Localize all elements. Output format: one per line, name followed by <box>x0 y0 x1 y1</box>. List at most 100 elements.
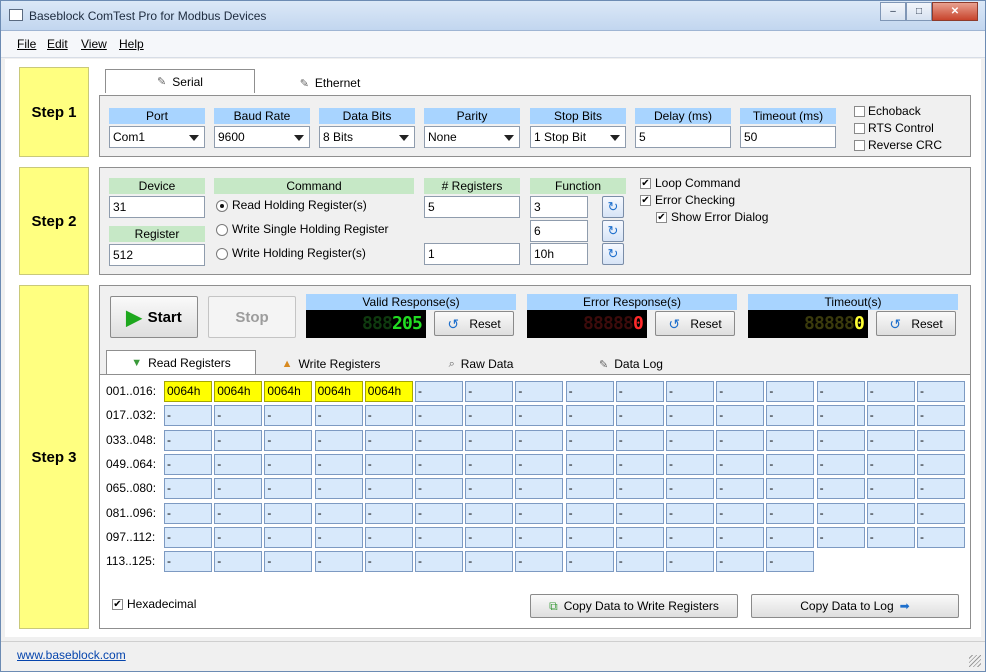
register-cell[interactable]: 0064h <box>364 381 413 402</box>
register-cell[interactable]: - <box>917 405 965 427</box>
register-cell[interactable]: - <box>264 453 313 475</box>
register-cell[interactable]: - <box>164 551 212 573</box>
register-cell[interactable]: - <box>917 478 965 500</box>
register-cell[interactable]: - <box>364 453 413 475</box>
tab-raw-data[interactable]: ⌕ Raw Data <box>406 352 556 376</box>
menu-file[interactable]: File <box>17 37 36 51</box>
register-cell[interactable]: - <box>214 551 263 573</box>
function-single-refresh-button[interactable]: ↻ <box>602 220 624 242</box>
register-cell[interactable]: - <box>716 551 765 573</box>
register-cell[interactable]: - <box>415 478 463 500</box>
register-cell[interactable]: - <box>465 526 514 548</box>
timeout-input[interactable]: 50 <box>740 126 836 148</box>
register-cell[interactable]: - <box>415 381 463 402</box>
error-checking-checkbox[interactable]: ✔ <box>640 195 651 206</box>
register-cell[interactable]: - <box>164 429 212 451</box>
register-cell[interactable]: - <box>716 526 765 548</box>
register-cell[interactable]: - <box>415 502 463 524</box>
register-cell[interactable]: - <box>816 502 865 524</box>
resize-grip[interactable] <box>969 655 981 667</box>
register-cell[interactable]: - <box>264 502 313 524</box>
register-cell[interactable]: - <box>666 502 714 524</box>
function-write-input[interactable]: 10h <box>530 243 588 265</box>
register-cell[interactable]: - <box>314 551 363 573</box>
register-cell[interactable]: 0064h <box>164 381 212 402</box>
register-cell[interactable]: - <box>264 478 313 500</box>
register-cell[interactable]: - <box>314 405 363 427</box>
register-cell[interactable]: - <box>666 429 714 451</box>
function-read-refresh-button[interactable]: ↻ <box>602 196 624 218</box>
tab-write-registers[interactable]: ▲ Write Registers <box>256 352 406 376</box>
register-cell[interactable]: - <box>716 429 765 451</box>
register-cell[interactable]: - <box>214 526 263 548</box>
register-cell[interactable]: - <box>666 453 714 475</box>
baud-rate-select[interactable]: 9600 <box>214 126 310 148</box>
register-cell[interactable]: - <box>766 502 815 524</box>
register-cell[interactable]: - <box>766 551 815 573</box>
register-cell[interactable]: - <box>917 453 965 475</box>
register-cell[interactable]: - <box>716 453 765 475</box>
stop-bits-select[interactable]: 1 Stop Bit <box>530 126 626 148</box>
register-cell[interactable]: - <box>716 502 765 524</box>
register-cell[interactable]: - <box>816 526 865 548</box>
register-cell[interactable]: - <box>264 405 313 427</box>
register-cell[interactable]: - <box>866 405 915 427</box>
register-input[interactable]: 512 <box>109 244 205 266</box>
register-cell[interactable]: - <box>615 526 664 548</box>
register-cell[interactable]: - <box>666 405 714 427</box>
register-cell[interactable]: - <box>816 405 865 427</box>
register-cell[interactable]: - <box>565 405 614 427</box>
register-cell[interactable]: - <box>866 429 915 451</box>
valid-reset-button[interactable]: ↺ Reset <box>434 311 514 336</box>
register-cell[interactable]: - <box>615 502 664 524</box>
register-cell[interactable]: - <box>816 478 865 500</box>
register-cell[interactable]: - <box>917 526 965 548</box>
register-cell[interactable]: - <box>716 478 765 500</box>
show-error-dialog-checkbox[interactable]: ✔ <box>656 212 667 223</box>
register-cell[interactable]: - <box>264 551 313 573</box>
minimize-button[interactable]: – <box>880 2 906 21</box>
register-cell[interactable]: - <box>716 381 765 402</box>
register-cell[interactable]: - <box>816 381 865 402</box>
register-cell[interactable]: - <box>314 429 363 451</box>
register-cell[interactable]: 0064h <box>264 381 313 402</box>
delay-input[interactable]: 5 <box>635 126 731 148</box>
register-cell[interactable]: - <box>465 502 514 524</box>
register-cell[interactable]: - <box>565 381 614 402</box>
register-cell[interactable]: - <box>666 381 714 402</box>
register-cell[interactable]: - <box>164 502 212 524</box>
tab-data-log[interactable]: ✎ Data Log <box>556 352 706 376</box>
parity-select[interactable]: None <box>424 126 520 148</box>
register-cell[interactable]: - <box>917 502 965 524</box>
start-button[interactable]: ▶ Start <box>110 296 198 338</box>
device-input[interactable]: 31 <box>109 196 205 218</box>
copy-to-write-registers-button[interactable]: ⧉ Copy Data to Write Registers <box>530 594 738 618</box>
register-cell[interactable]: - <box>415 429 463 451</box>
register-cell[interactable]: - <box>766 429 815 451</box>
register-cell[interactable]: - <box>364 551 413 573</box>
register-cell[interactable]: - <box>164 526 212 548</box>
register-cell[interactable]: - <box>465 381 514 402</box>
copy-to-log-button[interactable]: Copy Data to Log ➡ <box>751 594 959 618</box>
register-cell[interactable]: - <box>515 429 564 451</box>
register-cell[interactable]: - <box>364 526 413 548</box>
register-cell[interactable]: - <box>515 453 564 475</box>
register-cell[interactable]: - <box>465 453 514 475</box>
register-cell[interactable]: - <box>465 478 514 500</box>
register-cell[interactable]: - <box>766 381 815 402</box>
register-cell[interactable]: - <box>515 381 564 402</box>
register-cell[interactable]: - <box>164 405 212 427</box>
register-cell[interactable]: - <box>666 551 714 573</box>
register-cell[interactable]: - <box>264 429 313 451</box>
function-read-input[interactable]: 3 <box>530 196 588 218</box>
register-cell[interactable]: - <box>766 478 815 500</box>
register-cell[interactable]: - <box>364 502 413 524</box>
register-cell[interactable]: - <box>866 453 915 475</box>
register-cell[interactable]: - <box>565 502 614 524</box>
error-reset-button[interactable]: ↺ Reset <box>655 311 735 336</box>
register-cell[interactable]: - <box>214 405 263 427</box>
port-select[interactable]: Com1 <box>109 126 205 148</box>
register-cell[interactable]: 0064h <box>314 381 363 402</box>
register-cell[interactable]: - <box>615 381 664 402</box>
tab-ethernet[interactable]: ✎ Ethernet <box>255 71 405 95</box>
